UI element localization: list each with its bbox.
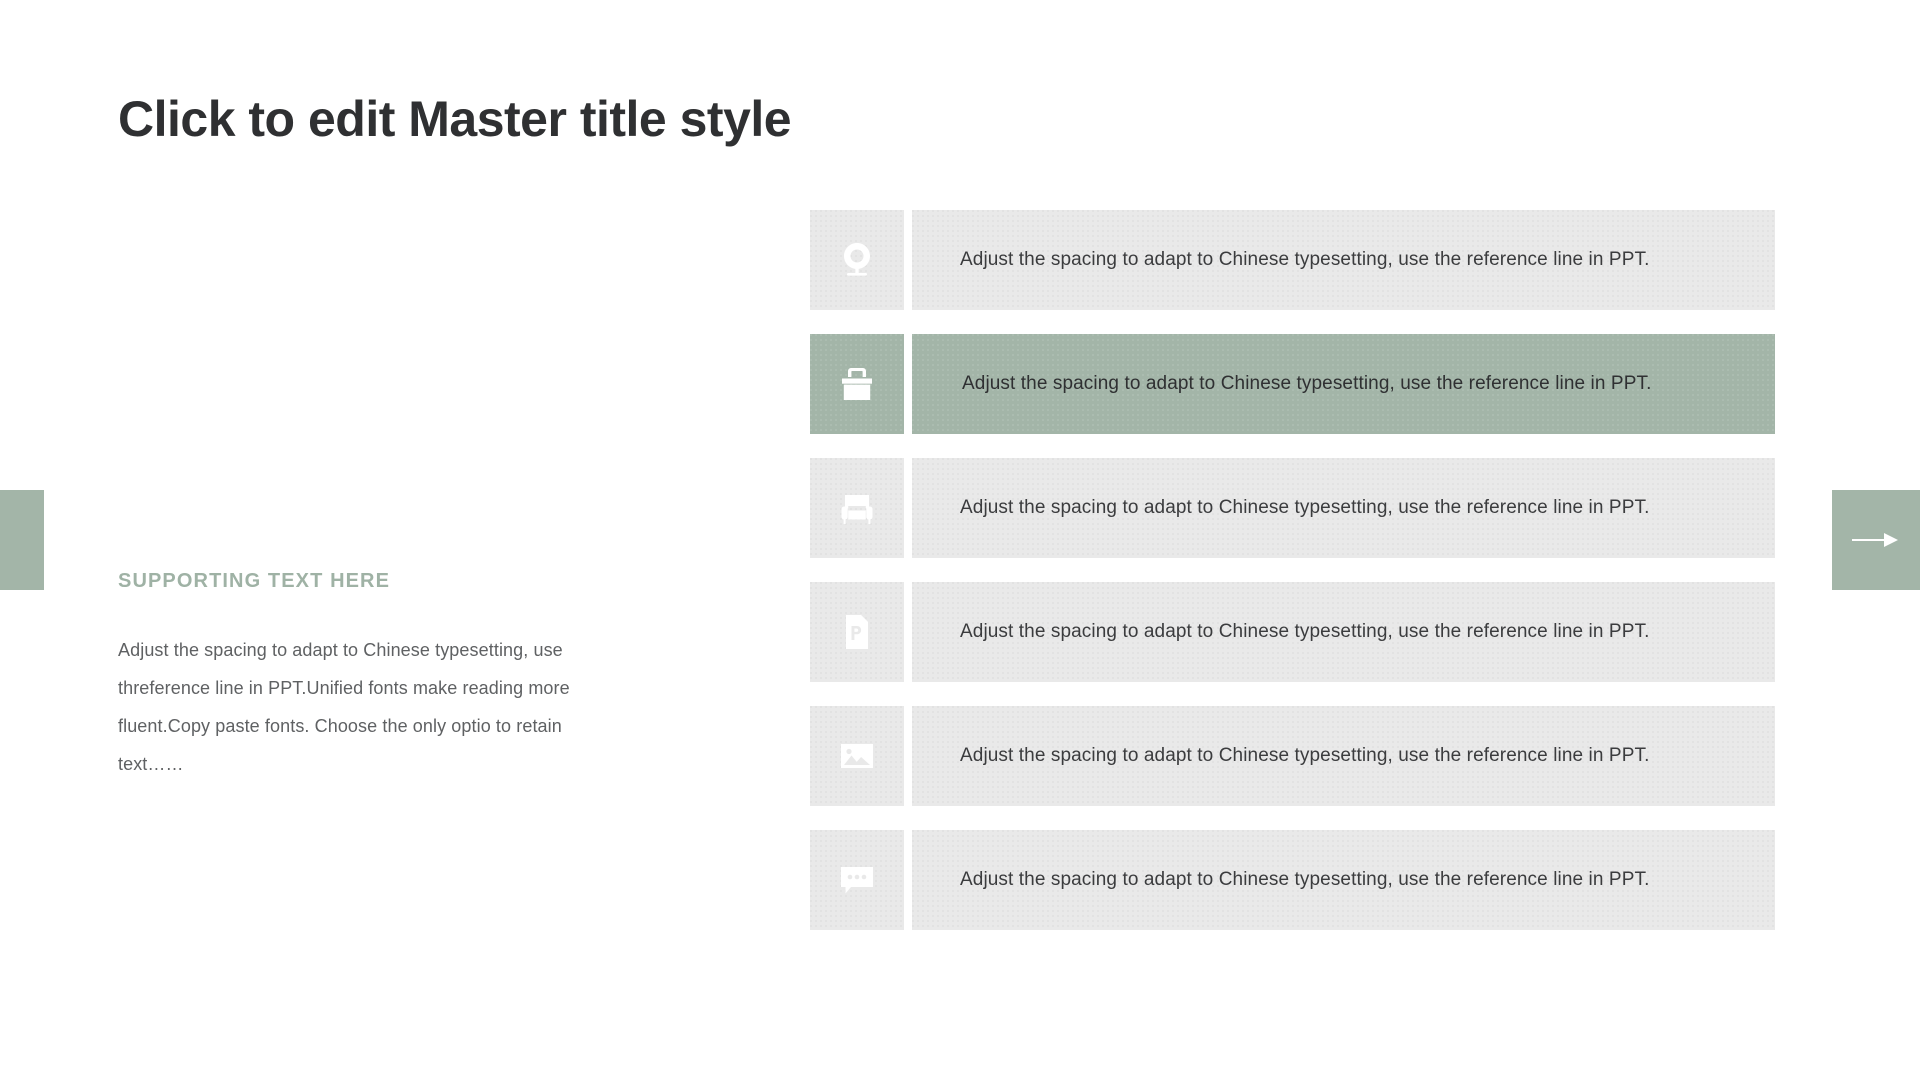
ppt-document-icon (835, 610, 879, 654)
page-title: Click to edit Master title style (118, 91, 792, 147)
list-item[interactable]: Adjust the spacing to adapt to Chinese t… (810, 458, 1775, 558)
row-text-bar[interactable]: Adjust the spacing to adapt to Chinese t… (912, 334, 1775, 434)
list-item-label: Adjust the spacing to adapt to Chinese t… (960, 745, 1650, 766)
list-item-label: Adjust the spacing to adapt to Chinese t… (960, 869, 1650, 890)
toolbox-icon (835, 362, 879, 406)
row-text-bar[interactable]: Adjust the spacing to adapt to Chinese t… (912, 210, 1775, 310)
list-item-label: Adjust the spacing to adapt to Chinese t… (962, 373, 1652, 394)
feature-row-list: Adjust the spacing to adapt to Chinese t… (810, 210, 1775, 930)
icon-tile[interactable] (810, 582, 904, 682)
icon-tile[interactable] (810, 706, 904, 806)
supporting-heading: SUPPORTING TEXT HERE (118, 570, 391, 592)
arrow-right-icon (1850, 530, 1902, 550)
armchair-icon (835, 486, 879, 530)
slide-canvas: Click to edit Master title style SUPPORT… (0, 0, 1920, 1080)
row-text-bar[interactable]: Adjust the spacing to adapt to Chinese t… (912, 458, 1775, 558)
row-text-bar[interactable]: Adjust the spacing to adapt to Chinese t… (912, 706, 1775, 806)
supporting-text-block: SUPPORTING TEXT HERE Adjust the spacing … (118, 570, 618, 783)
row-text-bar[interactable]: Adjust the spacing to adapt to Chinese t… (912, 582, 1775, 682)
list-item[interactable]: Adjust the spacing to adapt to Chinese t… (810, 210, 1775, 310)
list-item[interactable]: Adjust the spacing to adapt to Chinese t… (810, 582, 1775, 682)
next-slide-button[interactable] (1832, 490, 1920, 590)
image-icon (835, 734, 879, 778)
list-item-label: Adjust the spacing to adapt to Chinese t… (960, 621, 1650, 642)
icon-tile[interactable] (810, 830, 904, 930)
list-item[interactable]: Adjust the spacing to adapt to Chinese t… (810, 334, 1775, 434)
icon-tile[interactable] (810, 210, 904, 310)
previous-slide-button[interactable] (0, 490, 44, 590)
list-item[interactable]: Adjust the spacing to adapt to Chinese t… (810, 830, 1775, 930)
webcam-icon (835, 238, 879, 282)
list-item-label: Adjust the spacing to adapt to Chinese t… (960, 497, 1650, 518)
list-item-label: Adjust the spacing to adapt to Chinese t… (960, 249, 1650, 270)
row-text-bar[interactable]: Adjust the spacing to adapt to Chinese t… (912, 830, 1775, 930)
chat-bubble-icon (835, 858, 879, 902)
icon-tile[interactable] (810, 334, 904, 434)
icon-tile[interactable] (810, 458, 904, 558)
list-item[interactable]: Adjust the spacing to adapt to Chinese t… (810, 706, 1775, 806)
supporting-body-text: Adjust the spacing to adapt to Chinese t… (118, 640, 570, 774)
